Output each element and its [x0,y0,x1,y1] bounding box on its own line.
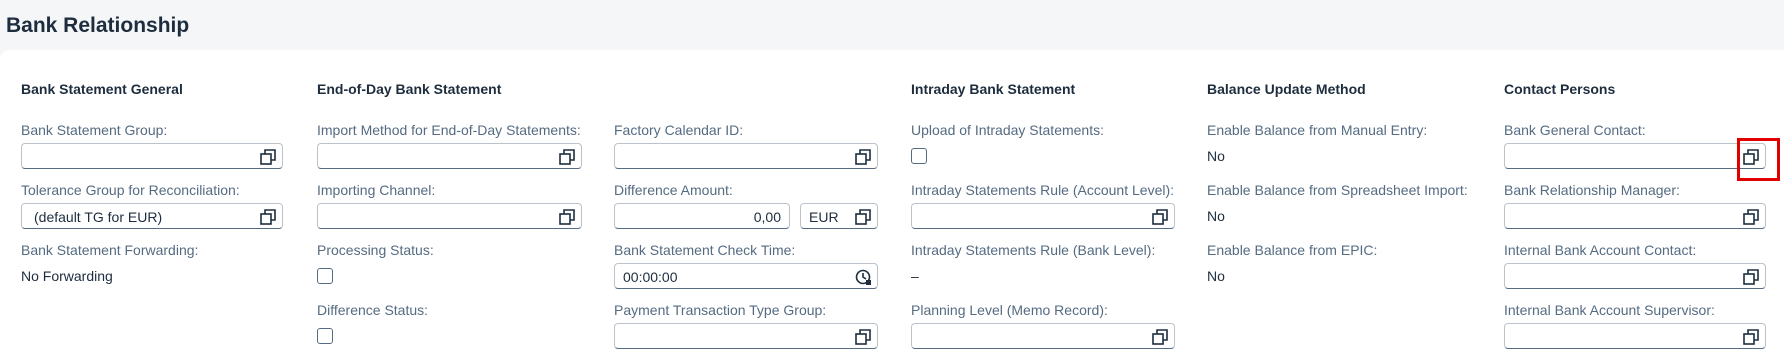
value-help-icon[interactable] [260,149,276,165]
planning-level-input[interactable] [911,323,1175,349]
rule-account-level-label: Intraday Statements Rule (Account Level)… [911,182,1175,198]
bank-relationship-panel: Bank Statement General Bank Statement Gr… [0,50,1784,361]
section-title: End-of-Day Bank Statement [317,81,502,97]
clock-icon[interactable] [855,269,871,285]
value-help-icon[interactable] [559,149,575,165]
difference-amount-label: Difference Amount: [614,182,733,198]
value-help-icon[interactable] [855,329,871,345]
factory-calendar-label: Factory Calendar ID: [614,122,744,138]
internal-account-contact-label: Internal Bank Account Contact: [1504,242,1697,258]
currency-input[interactable]: EUR [800,203,878,229]
value-help-icon[interactable] [855,149,871,165]
difference-status-checkbox[interactable] [317,328,333,344]
payment-type-group-label: Payment Transaction Type Group: [614,302,827,318]
check-time-label: Bank Statement Check Time: [614,242,796,258]
bank-general-contact-label: Bank General Contact: [1504,122,1646,138]
value-help-icon[interactable] [1743,209,1759,225]
highlight-box [1737,138,1780,181]
import-method-label: Import Method for End-of-Day Statements: [317,122,581,138]
rule-account-level-input[interactable] [911,203,1175,229]
value-help-icon[interactable] [1743,269,1759,285]
value-help-icon[interactable] [1152,209,1168,225]
factory-calendar-input[interactable] [614,143,878,169]
value-help-icon[interactable] [1743,329,1759,345]
internal-account-supervisor-label: Internal Bank Account Supervisor: [1504,302,1715,318]
internal-account-contact-input[interactable] [1504,263,1766,289]
tolerance-group-input[interactable]: (default TG for EUR) [21,203,283,229]
section-title: Intraday Bank Statement [911,81,1076,97]
tolerance-group-label: Tolerance Group for Reconciliation: [21,182,240,198]
section-title: Contact Persons [1504,81,1616,97]
value-help-icon[interactable] [1152,329,1168,345]
importing-channel-input[interactable] [317,203,582,229]
bank-statement-group-label: Bank Statement Group: [21,122,168,138]
bank-statement-group-input[interactable] [21,143,283,169]
page-title: Bank Relationship [6,14,190,37]
epic-value: No [1207,268,1225,284]
upload-intraday-checkbox[interactable] [911,148,927,164]
manual-entry-label: Enable Balance from Manual Entry: [1207,122,1428,138]
bank-relationship-manager-label: Bank Relationship Manager: [1504,182,1680,198]
internal-account-supervisor-input[interactable] [1504,323,1766,349]
bank-statement-forwarding-label: Bank Statement Forwarding: [21,242,199,258]
importing-channel-label: Importing Channel: [317,182,436,198]
check-time-input[interactable]: 00:00:00 [614,263,878,289]
rule-bank-level-label: Intraday Statements Rule (Bank Level): [911,242,1156,258]
difference-status-label: Difference Status: [317,302,429,318]
rule-bank-level-value: – [911,268,919,284]
section-title: Bank Statement General [21,81,183,97]
value-help-icon[interactable] [260,209,276,225]
bank-statement-forwarding-value: No Forwarding [21,268,113,284]
value-help-icon[interactable] [855,209,871,225]
bank-relationship-manager-input[interactable] [1504,203,1766,229]
value-help-icon[interactable] [559,209,575,225]
processing-status-checkbox[interactable] [317,268,333,284]
processing-status-label: Processing Status: [317,242,434,258]
epic-label: Enable Balance from EPIC: [1207,242,1378,258]
payment-type-group-input[interactable] [614,323,878,349]
bank-general-contact-input[interactable] [1504,143,1766,169]
manual-entry-value: No [1207,148,1225,164]
section-title: Balance Update Method [1207,81,1366,97]
upload-intraday-label: Upload of Intraday Statements: [911,122,1104,138]
difference-amount-input[interactable]: 0,00 [614,203,790,229]
planning-level-label: Planning Level (Memo Record): [911,302,1108,318]
spreadsheet-import-value: No [1207,208,1225,224]
spreadsheet-import-label: Enable Balance from Spreadsheet Import: [1207,182,1468,198]
import-method-input[interactable] [317,143,582,169]
